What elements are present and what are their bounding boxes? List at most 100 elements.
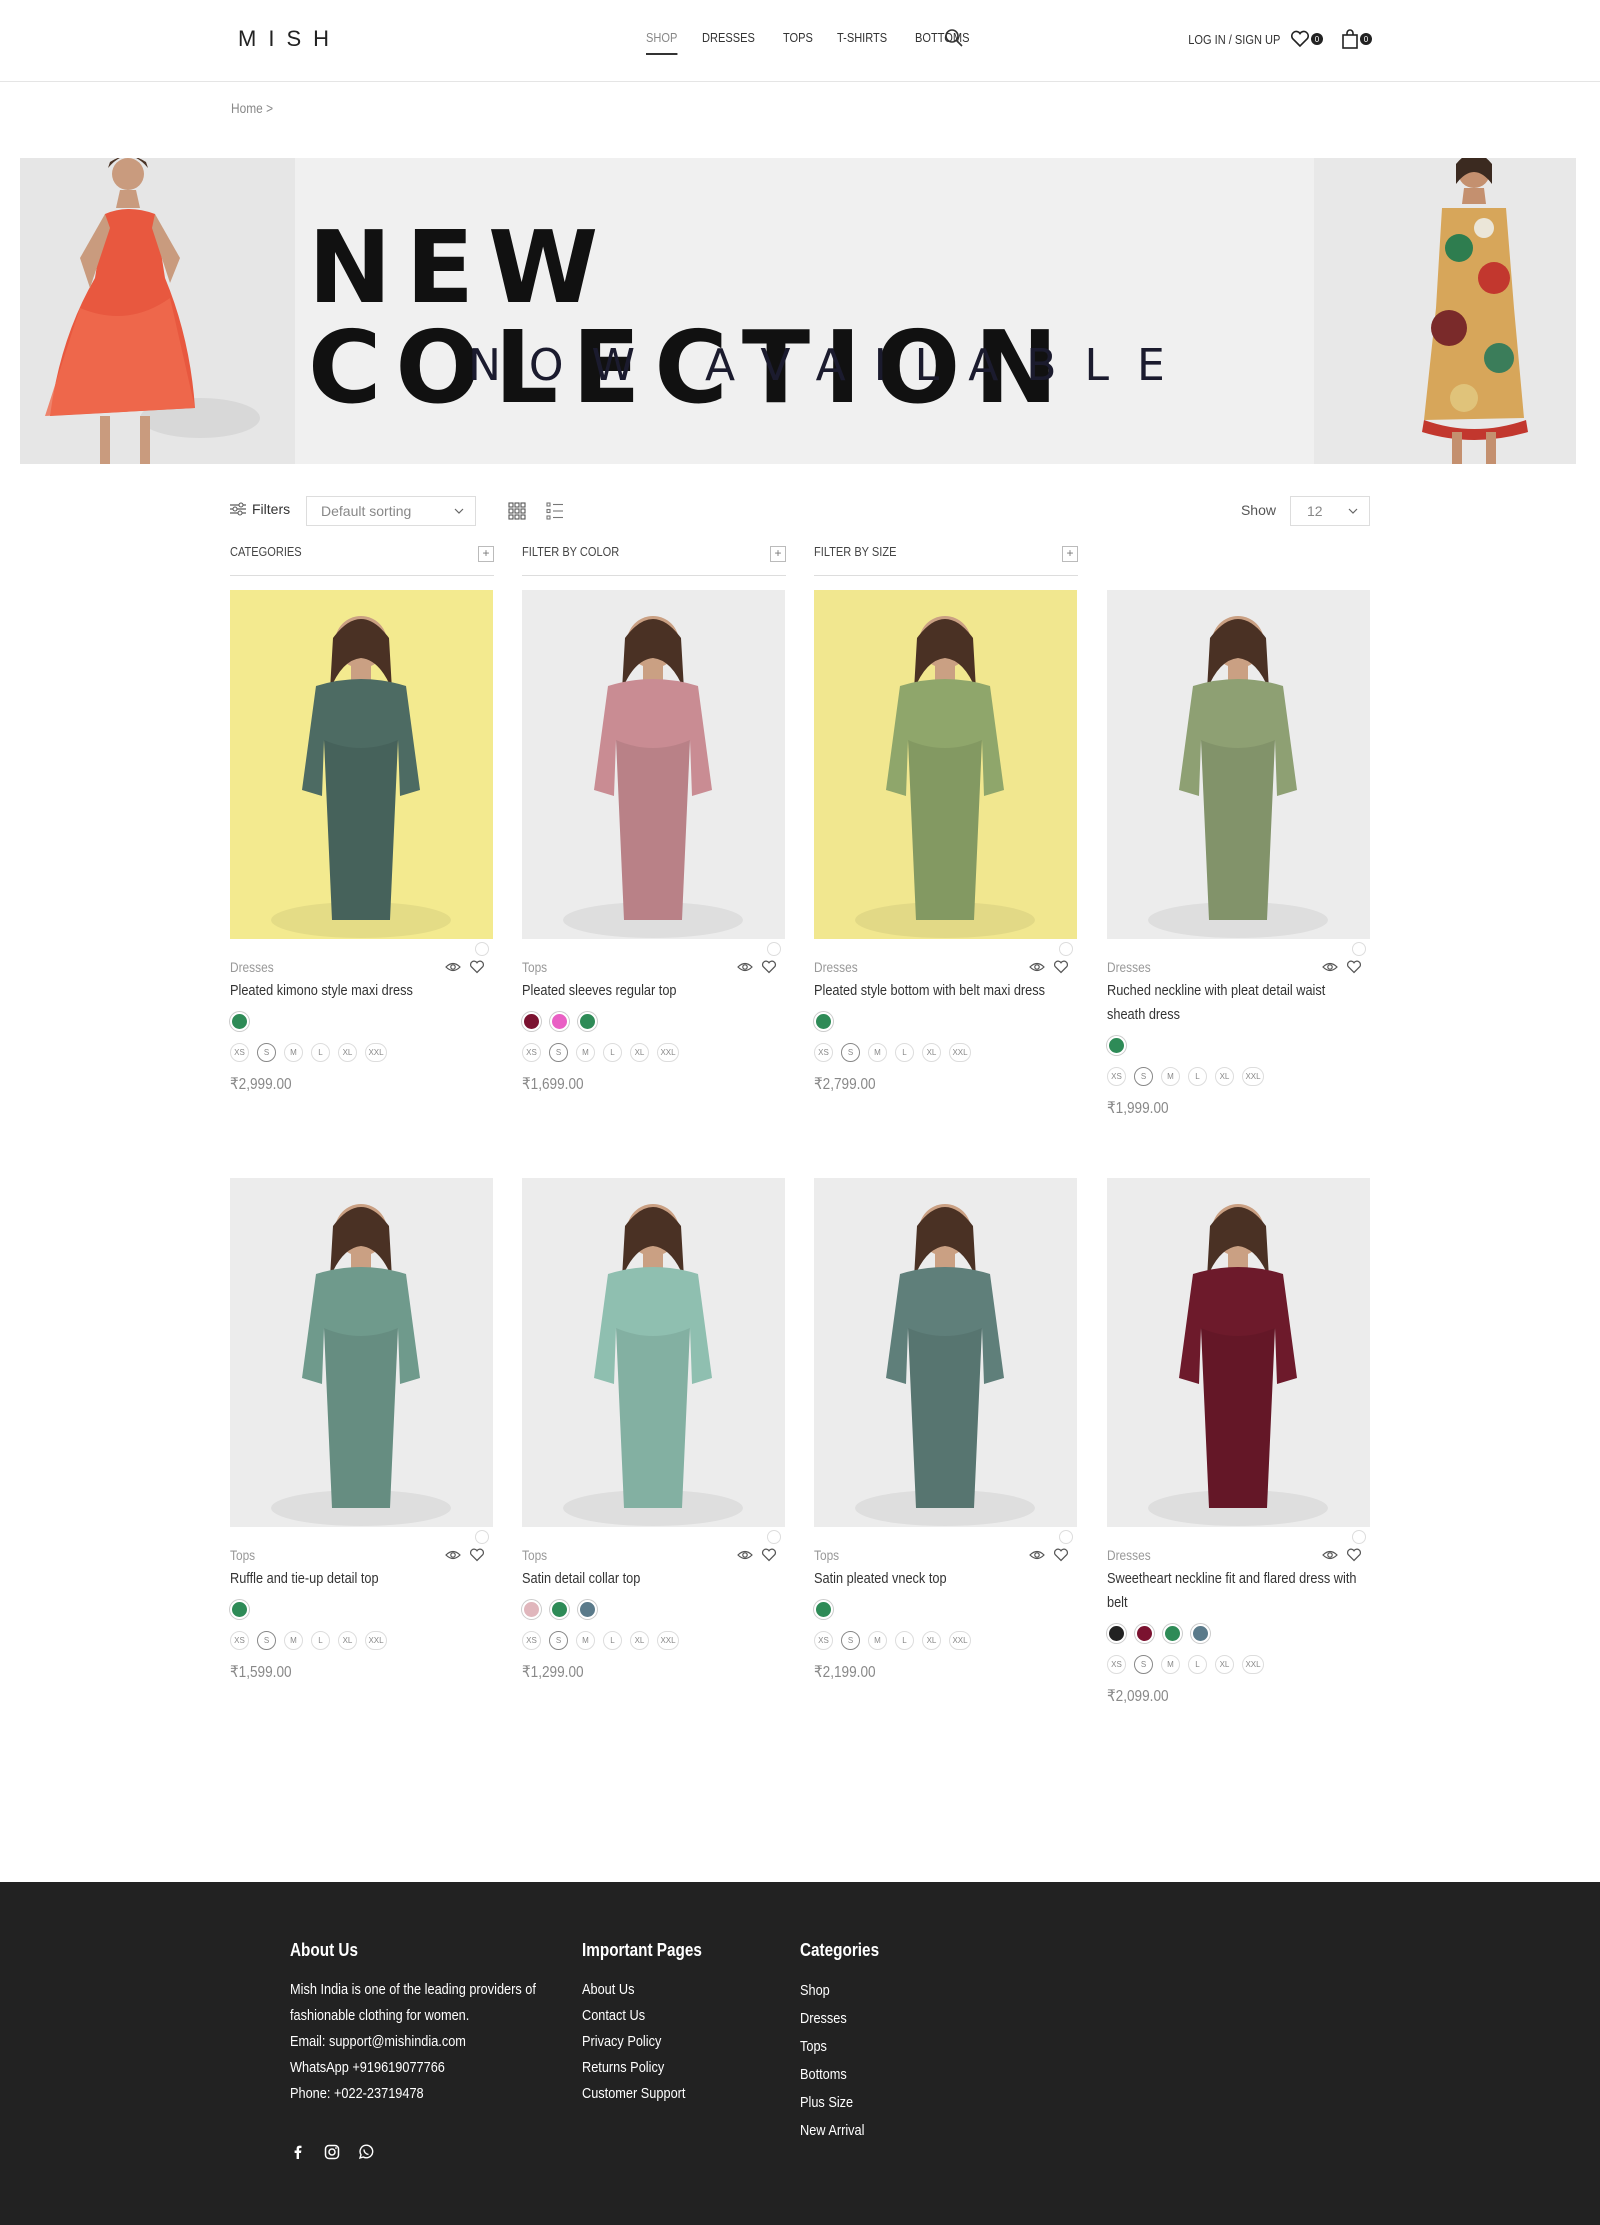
heart-icon[interactable] [1053, 1548, 1069, 1562]
size-option[interactable]: XL [338, 1043, 357, 1062]
product-category[interactable]: Tops [230, 1547, 454, 1563]
size-option[interactable]: L [1188, 1067, 1207, 1086]
search-icon[interactable] [944, 28, 964, 48]
compare-toggle[interactable] [1059, 942, 1073, 956]
expand-icon[interactable]: + [478, 546, 494, 562]
per-page-dropdown[interactable]: 12 [1290, 496, 1370, 526]
filters-toggle[interactable]: Filters [230, 501, 290, 517]
product-title[interactable]: Satin detail collar top [522, 1567, 777, 1591]
size-option[interactable]: XL [1215, 1067, 1234, 1086]
size-option[interactable]: M [576, 1043, 595, 1062]
sort-dropdown[interactable]: Default sorting [306, 496, 476, 526]
product-title[interactable]: Ruched neckline with pleat detail waist … [1107, 979, 1362, 1027]
nav-tshirts[interactable]: T-SHIRTS [837, 30, 887, 55]
size-option[interactable]: XXL [949, 1043, 971, 1062]
size-option[interactable]: XXL [365, 1631, 387, 1650]
heart-icon[interactable] [469, 1548, 485, 1562]
product-category[interactable]: Dresses [1107, 1547, 1331, 1563]
footer-link-support[interactable]: Customer Support [582, 2081, 702, 2107]
product-title[interactable]: Pleated sleeves regular top [522, 979, 777, 1003]
filter-categories[interactable]: CATEGORIES + [230, 544, 494, 576]
color-swatch[interactable] [1163, 1623, 1182, 1643]
size-option[interactable]: L [311, 1631, 330, 1650]
compare-toggle[interactable] [475, 1530, 489, 1544]
color-swatch[interactable] [522, 1011, 541, 1031]
grid-view-icon[interactable] [508, 502, 526, 520]
size-option[interactable]: XXL [365, 1043, 387, 1062]
compare-toggle[interactable] [767, 942, 781, 956]
whatsapp-icon[interactable] [358, 2144, 374, 2160]
size-option[interactable]: XXL [1242, 1067, 1264, 1086]
product-image[interactable] [230, 1178, 493, 1527]
size-option[interactable]: M [284, 1043, 303, 1062]
size-option[interactable]: M [868, 1043, 887, 1062]
footer-link-privacy[interactable]: Privacy Policy [582, 2029, 702, 2055]
size-option[interactable]: L [603, 1631, 622, 1650]
product-category[interactable]: Dresses [230, 959, 454, 975]
size-option[interactable]: S [257, 1043, 276, 1062]
color-swatch[interactable] [550, 1599, 569, 1619]
size-option[interactable]: S [1134, 1655, 1153, 1674]
product-card[interactable]: Dresses Ruched neckline with pleat detail… [1107, 590, 1370, 1118]
product-card[interactable]: Tops Satin detail collar top XS S M L XL XXL ₹1,… [522, 1178, 785, 1682]
size-option[interactable]: XL [630, 1631, 649, 1650]
size-option[interactable]: XXL [1242, 1655, 1264, 1674]
filter-color[interactable]: FILTER BY COLOR + [522, 544, 786, 576]
expand-icon[interactable]: + [770, 546, 786, 562]
heart-icon[interactable] [1346, 1548, 1362, 1562]
nav-shop[interactable]: SHOP [646, 30, 678, 55]
compare-toggle[interactable] [1352, 942, 1366, 956]
size-option[interactable]: XL [922, 1631, 941, 1650]
size-option[interactable]: M [576, 1631, 595, 1650]
size-option[interactable]: XS [1107, 1655, 1126, 1674]
color-swatch[interactable] [1107, 1623, 1126, 1643]
filter-size[interactable]: FILTER BY SIZE + [814, 544, 1078, 576]
compare-toggle[interactable] [1059, 1530, 1073, 1544]
expand-icon[interactable]: + [1062, 546, 1078, 562]
compare-toggle[interactable] [1352, 1530, 1366, 1544]
color-swatch[interactable] [1191, 1623, 1210, 1643]
product-card[interactable]: Tops Satin pleated vneck top XS S M L XL XXL ₹2,… [814, 1178, 1077, 1682]
footer-link-new-arrival[interactable]: New Arrival [800, 2117, 879, 2145]
product-title[interactable]: Pleated style bottom with belt maxi dres… [814, 979, 1069, 1003]
size-option[interactable]: XS [522, 1043, 541, 1062]
product-image[interactable] [1107, 590, 1370, 939]
color-swatch[interactable] [578, 1599, 597, 1619]
color-swatch[interactable] [1107, 1035, 1126, 1055]
size-option[interactable]: M [868, 1631, 887, 1650]
size-option[interactable]: XL [338, 1631, 357, 1650]
product-card[interactable]: Dresses Sweetheart neckline fit and flare… [1107, 1178, 1370, 1706]
breadcrumb-home[interactable]: Home [231, 100, 263, 116]
footer-link-tops[interactable]: Tops [800, 2033, 879, 2061]
product-image[interactable] [814, 590, 1077, 939]
size-option[interactable]: S [841, 1631, 860, 1650]
footer-link-shop[interactable]: Shop [800, 1977, 879, 2005]
size-option[interactable]: M [1161, 1655, 1180, 1674]
instagram-icon[interactable] [324, 2144, 340, 2160]
size-option[interactable]: XS [1107, 1067, 1126, 1086]
size-option[interactable]: L [895, 1631, 914, 1650]
facebook-icon[interactable] [290, 2144, 306, 2160]
color-swatch[interactable] [578, 1011, 597, 1031]
compare-toggle[interactable] [475, 942, 489, 956]
size-option[interactable]: L [895, 1043, 914, 1062]
footer-link-contact[interactable]: Contact Us [582, 2003, 702, 2029]
size-option[interactable]: S [1134, 1067, 1153, 1086]
heart-icon[interactable] [1346, 960, 1362, 974]
product-category[interactable]: Tops [522, 1547, 746, 1563]
list-view-icon[interactable] [546, 502, 564, 520]
color-swatch[interactable] [1135, 1623, 1154, 1643]
product-title[interactable]: Pleated kimono style maxi dress [230, 979, 485, 1003]
product-image[interactable] [814, 1178, 1077, 1527]
color-swatch[interactable] [230, 1011, 249, 1031]
size-option[interactable]: L [603, 1043, 622, 1062]
nav-dresses[interactable]: DRESSES [702, 30, 755, 55]
size-option[interactable]: M [284, 1631, 303, 1650]
footer-email[interactable]: Email: support@mishindia.com [290, 2029, 536, 2055]
size-option[interactable]: L [1188, 1655, 1207, 1674]
heart-icon[interactable] [761, 1548, 777, 1562]
size-option[interactable]: XL [922, 1043, 941, 1062]
product-category[interactable]: Tops [522, 959, 746, 975]
size-option[interactable]: XS [814, 1043, 833, 1062]
heart-icon[interactable] [761, 960, 777, 974]
